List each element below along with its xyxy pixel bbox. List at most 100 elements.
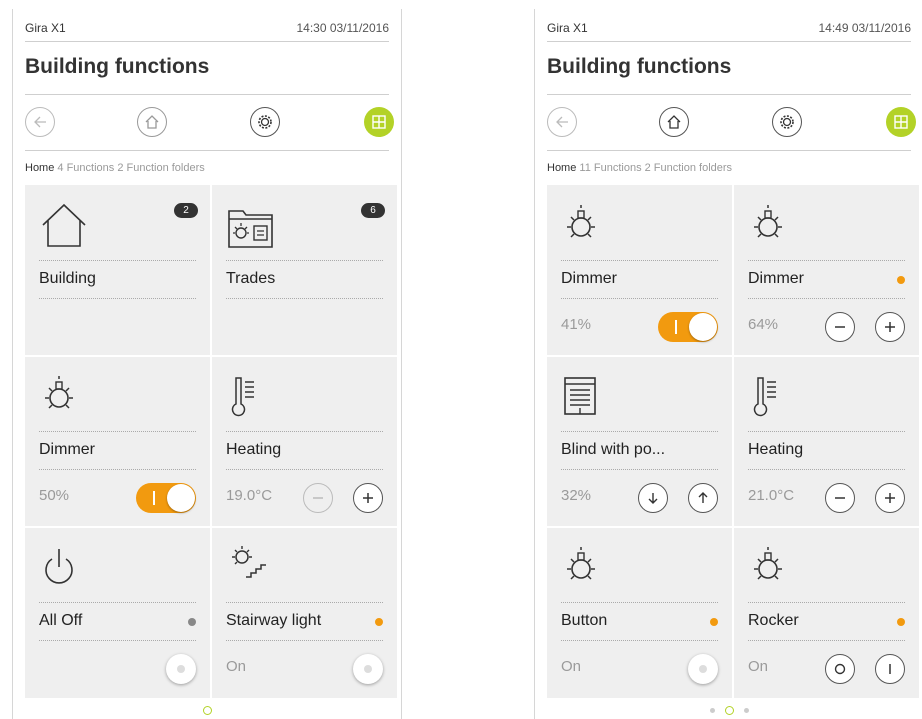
tile-value: 41%	[561, 316, 592, 333]
on-off-toggle[interactable]	[136, 483, 196, 513]
power-icon	[45, 549, 73, 584]
tile-label-text: All Off	[39, 612, 83, 629]
tile-dimmer[interactable]: Dimmer 64%	[734, 185, 919, 356]
minus-button[interactable]	[303, 483, 333, 513]
grid-view-button[interactable]	[364, 107, 394, 137]
settings-button[interactable]	[772, 107, 802, 137]
tile-rocker[interactable]: Rocker On	[734, 527, 919, 698]
home-button[interactable]	[137, 107, 167, 137]
status-dot	[897, 618, 905, 626]
page-dot[interactable]	[743, 708, 749, 714]
tile-dimmer[interactable]: Dimmer 50%	[25, 356, 210, 527]
grid-divider	[210, 185, 212, 697]
page-title: Building functions	[25, 55, 210, 78]
page-indicator	[535, 702, 922, 716]
tile-dimmer[interactable]: Dimmer 41%	[547, 185, 732, 356]
back-button[interactable]	[547, 107, 577, 137]
tile-label: Dimmer	[748, 260, 905, 299]
tile-label-text: Stairway light	[226, 612, 322, 629]
status-dot	[710, 618, 718, 626]
breadcrumb: Home 11 Functions 2 Function folders	[547, 162, 732, 174]
tile-button[interactable]: Button On	[547, 527, 732, 698]
page-indicator	[13, 702, 401, 716]
tile-stairway-light[interactable]: Stairway light On	[212, 527, 397, 698]
app-name: Gira X1	[25, 21, 66, 35]
gear-icon	[258, 115, 272, 129]
status-bar: Gira X1 14:49 03/11/2016	[547, 9, 911, 42]
home-button[interactable]	[659, 107, 689, 137]
arrow-down-icon	[648, 493, 658, 504]
plus-button[interactable]	[353, 483, 383, 513]
off-button[interactable]	[825, 654, 855, 684]
arrow-up-icon	[698, 492, 708, 503]
tile-label: Button	[561, 602, 718, 641]
push-button[interactable]	[353, 654, 383, 684]
page-title: Building functions	[547, 55, 732, 78]
plus-button[interactable]	[875, 483, 905, 513]
home-icon	[667, 115, 681, 129]
back-button[interactable]	[25, 107, 55, 137]
tile-label: Dimmer	[39, 431, 196, 470]
status-dot	[188, 618, 196, 626]
grid-divider	[25, 355, 397, 357]
tile-building[interactable]: 2 Building	[25, 185, 210, 356]
up-button[interactable]	[688, 483, 718, 513]
breadcrumb-counts: 11 Functions 2 Function folders	[576, 162, 733, 174]
breadcrumb-counts: 4 Functions 2 Function folders	[54, 162, 205, 174]
tile-value: On	[561, 658, 582, 675]
home-icon	[145, 115, 159, 129]
tile-grid: 2 Building 6 Trades Dimmer 50% Heating 1…	[25, 185, 397, 698]
tile-grid: Dimmer 41% Dimmer 64% Blind with po... 3…	[547, 185, 919, 698]
tile-label-text: Button	[561, 612, 608, 629]
thermometer-icon	[753, 377, 776, 417]
breadcrumb-home[interactable]: Home	[547, 162, 576, 174]
grid-view-button[interactable]	[886, 107, 916, 137]
plus-button[interactable]	[875, 312, 905, 342]
status-dot	[897, 276, 905, 284]
tile-heating[interactable]: Heating 19.0°C	[212, 356, 397, 527]
tile-all-off[interactable]: All Off	[25, 527, 210, 698]
tile-label: Trades	[226, 260, 383, 299]
on-button[interactable]	[875, 654, 905, 684]
back-arrow-icon	[34, 116, 46, 128]
minus-button[interactable]	[825, 483, 855, 513]
blind-icon	[564, 377, 596, 415]
tile-value: 32%	[561, 487, 592, 504]
bulb-icon	[45, 376, 73, 409]
page-dot[interactable]	[709, 708, 715, 714]
minus-icon	[835, 326, 845, 328]
count-badge: 6	[361, 203, 385, 218]
down-button[interactable]	[638, 483, 668, 513]
plus-icon	[885, 493, 895, 503]
push-button[interactable]	[688, 654, 718, 684]
page-dot[interactable]	[202, 706, 212, 716]
settings-button[interactable]	[250, 107, 280, 137]
breadcrumb-home[interactable]: Home	[25, 162, 54, 174]
gear-icon	[780, 115, 794, 129]
minus-button[interactable]	[825, 312, 855, 342]
tile-label: Heating	[226, 431, 383, 470]
status-dot	[375, 618, 383, 626]
on-off-toggle[interactable]	[658, 312, 718, 342]
tile-value: 19.0°C	[226, 487, 273, 504]
tile-label: All Off	[39, 602, 196, 641]
tile-trades[interactable]: 6 Trades	[212, 185, 397, 356]
clock: 14:30 03/11/2016	[296, 21, 389, 35]
on-bar-icon	[889, 664, 891, 674]
tile-label: Stairway light	[226, 602, 383, 641]
tile-heating[interactable]: Heating 21.0°C	[734, 356, 919, 527]
grid-divider	[732, 185, 734, 697]
grid-divider	[547, 355, 919, 357]
plus-icon	[363, 493, 373, 503]
push-button[interactable]	[166, 654, 196, 684]
screen-1: Gira X1 14:30 03/11/2016 Building functi…	[12, 9, 402, 719]
back-arrow-icon	[556, 116, 568, 128]
grid-divider	[547, 526, 919, 528]
page-dot-active[interactable]	[724, 706, 734, 716]
nav-bar	[25, 94, 394, 151]
tile-blind[interactable]: Blind with po... 32%	[547, 356, 732, 527]
grid-icon	[372, 115, 386, 129]
nav-bar	[547, 94, 916, 151]
status-bar: Gira X1 14:30 03/11/2016	[25, 9, 389, 42]
app-name: Gira X1	[547, 21, 588, 35]
